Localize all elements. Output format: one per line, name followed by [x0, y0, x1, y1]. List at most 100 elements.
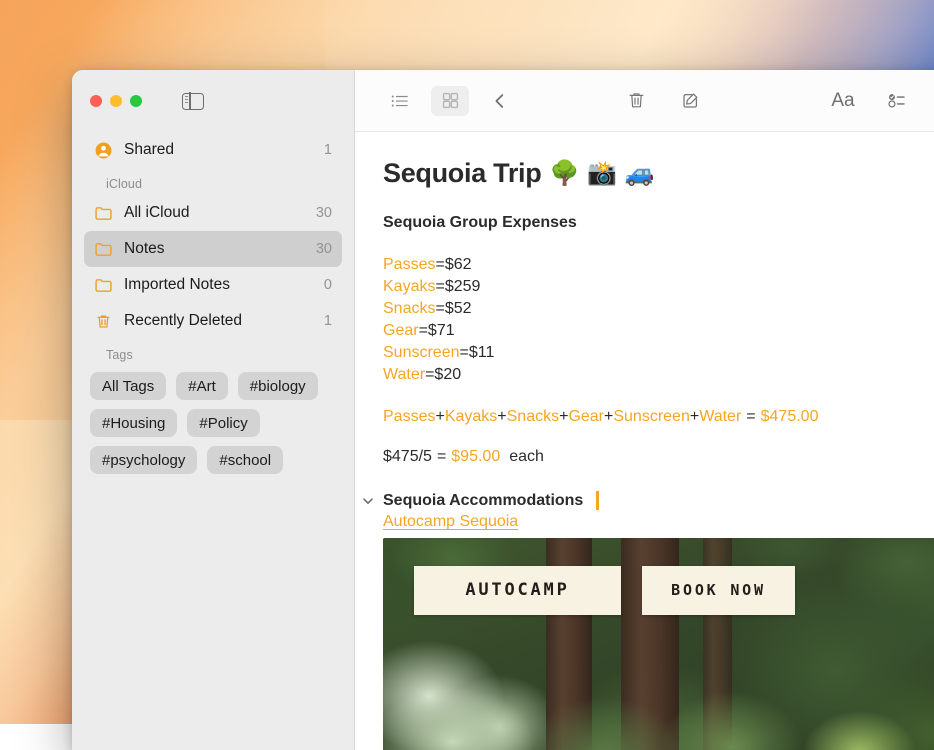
- expense-row: Kayaks=$259: [383, 276, 934, 298]
- folder-icon: [94, 240, 113, 259]
- folder-icon: [94, 204, 113, 223]
- expense-variable: Snacks: [383, 300, 435, 317]
- sidebar-item-label: Notes: [124, 240, 165, 258]
- expense-equals: =: [435, 256, 444, 273]
- expense-row: Sunscreen=$11: [383, 342, 934, 364]
- photo-foreground-foliage: [383, 622, 934, 750]
- note-photo-attachment[interactable]: AUTOCAMP BOOK NOW: [383, 538, 934, 750]
- expense-row: Water=$20: [383, 364, 934, 386]
- sidebar-item-count: 0: [324, 277, 332, 293]
- traffic-lights: [90, 95, 142, 107]
- sum-term: Sunscreen: [613, 408, 690, 425]
- expense-equals: =: [435, 300, 444, 317]
- chevron-down-icon[interactable]: [361, 494, 375, 508]
- expense-equals: =: [460, 344, 469, 361]
- book-now-sign: BOOK NOW: [642, 566, 796, 616]
- folder-icon: [94, 276, 113, 295]
- sidebar-item-count: 30: [316, 241, 332, 257]
- sidebar-list: Shared 1 iCloud All iCloud 30: [72, 132, 354, 366]
- autocamp-link[interactable]: Autocamp Sequoia: [383, 513, 934, 531]
- division-suffix: each: [500, 448, 544, 465]
- expense-amount: $259: [445, 278, 481, 295]
- tag-policy[interactable]: #Policy: [187, 409, 259, 437]
- expense-variable: Sunscreen: [383, 344, 460, 361]
- sidebar-item-recently-deleted[interactable]: Recently Deleted 1: [84, 303, 342, 339]
- tag-psychology[interactable]: #psychology: [90, 446, 197, 474]
- sum-equals: =: [741, 408, 760, 425]
- sum-term: Passes: [383, 408, 435, 425]
- expenses-list: Passes=$62 Kayaks=$259 Snacks=$52 Gear=$…: [383, 254, 934, 386]
- tag-housing[interactable]: #Housing: [90, 409, 177, 437]
- sidebar-item-notes[interactable]: Notes 30: [84, 231, 342, 267]
- note-title-text: Sequoia Trip: [383, 158, 541, 189]
- expense-variable: Passes: [383, 256, 435, 273]
- expense-amount: $20: [434, 366, 461, 383]
- sum-operator: +: [604, 408, 613, 425]
- tag-art[interactable]: #Art: [176, 372, 228, 400]
- expense-row: Snacks=$52: [383, 298, 934, 320]
- sum-expression: Passes+Kayaks+Snacks+Gear+Sunscreen+Wate…: [383, 408, 934, 426]
- content-pane: Aa: [355, 70, 934, 750]
- trash-icon: [94, 312, 113, 331]
- expense-variable: Kayaks: [383, 278, 435, 295]
- sidebar-item-label: Shared: [124, 141, 174, 159]
- expense-row: Passes=$62: [383, 254, 934, 276]
- window-titlebar: [72, 70, 354, 132]
- minimize-button-icon[interactable]: [110, 95, 122, 107]
- sidebar-group-tags-title: Tags: [84, 339, 342, 366]
- expense-amount: $11: [469, 344, 495, 361]
- expense-equals: =: [419, 322, 428, 339]
- section-heading-text: Sequoia Accommodations: [383, 492, 583, 510]
- sum-term: Water: [699, 408, 741, 425]
- note-subheading: Sequoia Group Expenses: [383, 214, 934, 232]
- expense-variable: Water: [383, 366, 425, 383]
- division-expression: $475/5=$95.00each: [383, 448, 934, 466]
- close-button-icon[interactable]: [90, 95, 102, 107]
- expense-amount: $62: [445, 256, 472, 273]
- sum-term: Kayaks: [445, 408, 497, 425]
- sum-term: Gear: [568, 408, 604, 425]
- note-title: Sequoia Trip 🌳 📸 🚙: [383, 158, 934, 189]
- zoom-button-icon[interactable]: [130, 95, 142, 107]
- tag-biology[interactable]: #biology: [238, 372, 318, 400]
- shared-person-icon: [94, 141, 113, 160]
- expense-amount: $52: [445, 300, 472, 317]
- sidebar-item-label: All iCloud: [124, 204, 189, 222]
- sum-operator: +: [497, 408, 506, 425]
- sidebar-item-imported-notes[interactable]: Imported Notes 0: [84, 267, 342, 303]
- sidebar-toggle-icon[interactable]: [182, 93, 204, 110]
- compose-icon[interactable]: [671, 86, 709, 116]
- text-cursor: [596, 491, 599, 510]
- sidebar-item-all-icloud[interactable]: All iCloud 30: [84, 195, 342, 231]
- sidebar: Shared 1 iCloud All iCloud 30: [72, 70, 355, 750]
- sum-total: $475.00: [761, 408, 819, 425]
- sidebar-item-count: 30: [316, 205, 332, 221]
- note-editor[interactable]: Sequoia Trip 🌳 📸 🚙 Sequoia Group Expense…: [355, 132, 934, 750]
- format-aa-icon[interactable]: Aa: [824, 86, 862, 116]
- tag-school[interactable]: #school: [207, 446, 283, 474]
- sidebar-item-label: Imported Notes: [124, 276, 230, 294]
- tags-container: All Tags #Art #biology #Housing #Policy …: [72, 366, 354, 474]
- sidebar-item-shared[interactable]: Shared 1: [84, 132, 342, 168]
- division-input: $475/5: [383, 448, 432, 465]
- sidebar-item-count: 1: [324, 313, 332, 329]
- checklist-icon[interactable]: [878, 86, 916, 116]
- gallery-view-icon[interactable]: [431, 86, 469, 116]
- camera-emoji-icon: 📸: [587, 162, 617, 186]
- toolbar: Aa: [355, 70, 934, 132]
- expense-variable: Gear: [383, 322, 419, 339]
- car-emoji-icon: 🚙: [625, 162, 655, 186]
- trash-icon[interactable]: [617, 86, 655, 116]
- sum-operator: +: [435, 408, 444, 425]
- expense-amount: $71: [428, 322, 455, 339]
- collapsible-section-header[interactable]: Sequoia Accommodations: [361, 491, 934, 510]
- sum-operator: +: [690, 408, 699, 425]
- tag-all-tags[interactable]: All Tags: [90, 372, 166, 400]
- list-view-icon[interactable]: [381, 86, 419, 116]
- expense-row: Gear=$71: [383, 320, 934, 342]
- back-chevron-icon[interactable]: [481, 86, 519, 116]
- division-result: $95.00: [451, 448, 500, 465]
- notes-window: Shared 1 iCloud All iCloud 30: [72, 70, 934, 750]
- division-equals: =: [432, 448, 451, 465]
- sidebar-group-icloud-title: iCloud: [84, 168, 342, 195]
